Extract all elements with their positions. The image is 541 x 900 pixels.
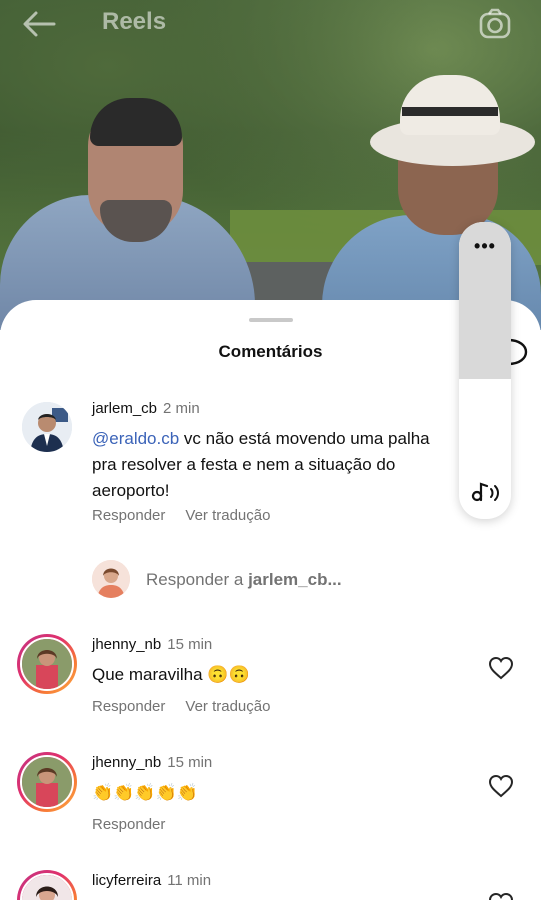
like-heart-icon[interactable] xyxy=(488,774,514,798)
more-options-icon[interactable]: ••• xyxy=(459,236,511,257)
back-arrow-icon[interactable] xyxy=(22,10,56,38)
reply-target: jarlem_cb... xyxy=(248,570,342,589)
comment-actions: Responder Ver tradução xyxy=(92,507,290,524)
hat-crown xyxy=(400,75,500,135)
avatar-photo xyxy=(20,873,74,900)
reply-placeholder[interactable]: Responder a jarlem_cb... xyxy=(146,570,342,590)
comment-time: 2 min xyxy=(163,400,200,417)
like-heart-icon[interactable] xyxy=(488,656,514,680)
commenter-avatar[interactable] xyxy=(22,402,72,452)
reply-button[interactable]: Responder xyxy=(92,816,165,833)
comment-text: @eraldo.cb vc não está movendo uma palha… xyxy=(92,426,432,504)
comment-text: Que maravilha 🙃🙃 xyxy=(92,665,250,684)
see-translation-button[interactable]: Ver tradução xyxy=(185,698,270,715)
avatar-photo-icon xyxy=(22,402,72,452)
avatar-photo-icon xyxy=(22,639,72,689)
comment-time: 15 min xyxy=(167,636,213,653)
username-text[interactable]: jarlem_cb xyxy=(92,400,157,417)
sheet-drag-handle[interactable] xyxy=(249,318,293,322)
comment-username[interactable]: jhenny_nb 15 min xyxy=(92,754,212,771)
reply-prefix: Responder a xyxy=(146,570,249,589)
commenter-avatar[interactable] xyxy=(17,870,77,900)
volume-icon[interactable] xyxy=(471,480,501,506)
comment-actions: Responder Ver tradução xyxy=(92,698,290,715)
camera-icon[interactable] xyxy=(478,8,512,40)
commenter-avatar[interactable] xyxy=(17,634,77,694)
volume-slider[interactable]: ••• xyxy=(459,222,511,519)
hat-band xyxy=(402,107,498,116)
my-avatar xyxy=(92,560,130,598)
username-text[interactable]: licyferreira xyxy=(92,872,161,889)
comment-time: 11 min xyxy=(167,872,212,889)
avatar-photo-icon xyxy=(22,757,72,807)
reply-composer[interactable]: Responder a jarlem_cb... xyxy=(0,560,541,600)
reply-button[interactable]: Responder xyxy=(92,698,165,715)
comment-username[interactable]: jhenny_nb 15 min xyxy=(92,636,212,653)
reply-button[interactable]: Responder xyxy=(92,507,165,524)
avatar-photo xyxy=(20,755,74,809)
comment-username[interactable]: jarlem_cb 2 min xyxy=(92,400,200,417)
comment-text: 👏👏👏👏👏 xyxy=(92,783,198,802)
reels-top-bar: Reels xyxy=(0,0,541,48)
avatar-photo xyxy=(20,637,74,691)
like-heart-icon[interactable] xyxy=(488,892,514,900)
see-translation-button[interactable]: Ver tradução xyxy=(185,507,270,524)
username-text[interactable]: jhenny_nb xyxy=(92,754,161,771)
mention-link[interactable]: @eraldo.cb xyxy=(92,429,179,448)
reels-title: Reels xyxy=(102,8,167,35)
avatar-photo-icon xyxy=(22,875,72,900)
username-text[interactable]: jhenny_nb xyxy=(92,636,161,653)
comment-actions: Responder xyxy=(92,816,185,833)
commenter-avatar[interactable] xyxy=(17,752,77,812)
person-left-hair xyxy=(90,98,182,146)
avatar-photo-icon xyxy=(92,560,130,598)
comment-username[interactable]: licyferreira 11 min xyxy=(92,872,211,889)
comment-time: 15 min xyxy=(167,754,213,771)
